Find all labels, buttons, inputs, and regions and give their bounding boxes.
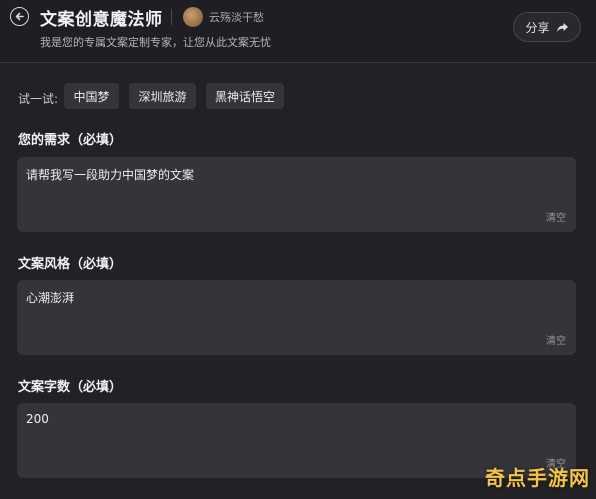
back-button[interactable] <box>10 7 29 26</box>
field-label-style: 文案风格（必填） <box>18 257 123 272</box>
style-input[interactable]: 心潮澎湃 清空 <box>17 280 576 355</box>
page-title: 文案创意魔法师 <box>40 10 163 30</box>
share-label: 分享 <box>525 20 550 35</box>
back-arrow-icon <box>15 12 24 21</box>
header: 文案创意魔法师 云殇淡干愁 我是您的专属文案定制专家，让您从此文案无忧 分享 <box>0 0 596 63</box>
clear-button[interactable]: 清空 <box>546 332 566 347</box>
avatar[interactable] <box>183 7 203 27</box>
watermark: 奇点手游网 <box>485 466 590 490</box>
share-icon <box>556 22 568 32</box>
requirement-value[interactable]: 请帮我写一段助力中国梦的文案 <box>26 166 194 183</box>
suggestion-chip-3[interactable]: 黑神话悟空 <box>206 83 284 109</box>
field-label-word-count: 文案字数（必填） <box>18 380 123 395</box>
share-button[interactable]: 分享 <box>513 12 581 42</box>
suggestion-chip-2[interactable]: 深圳旅游 <box>129 83 196 109</box>
field-label-requirement: 您的需求（必填） <box>18 133 123 148</box>
style-value[interactable]: 心潮澎湃 <box>26 289 74 306</box>
divider <box>171 9 172 25</box>
author-name[interactable]: 云殇淡干愁 <box>209 9 264 25</box>
page-subtitle: 我是您的专属文案定制专家，让您从此文案无忧 <box>40 36 271 49</box>
requirement-input[interactable]: 请帮我写一段助力中国梦的文案 清空 <box>17 157 576 232</box>
clear-button[interactable]: 清空 <box>546 209 566 224</box>
suggestion-chip-1[interactable]: 中国梦 <box>64 83 119 109</box>
word-count-value[interactable]: 200 <box>26 412 49 426</box>
try-label: 试一试: <box>18 92 59 106</box>
